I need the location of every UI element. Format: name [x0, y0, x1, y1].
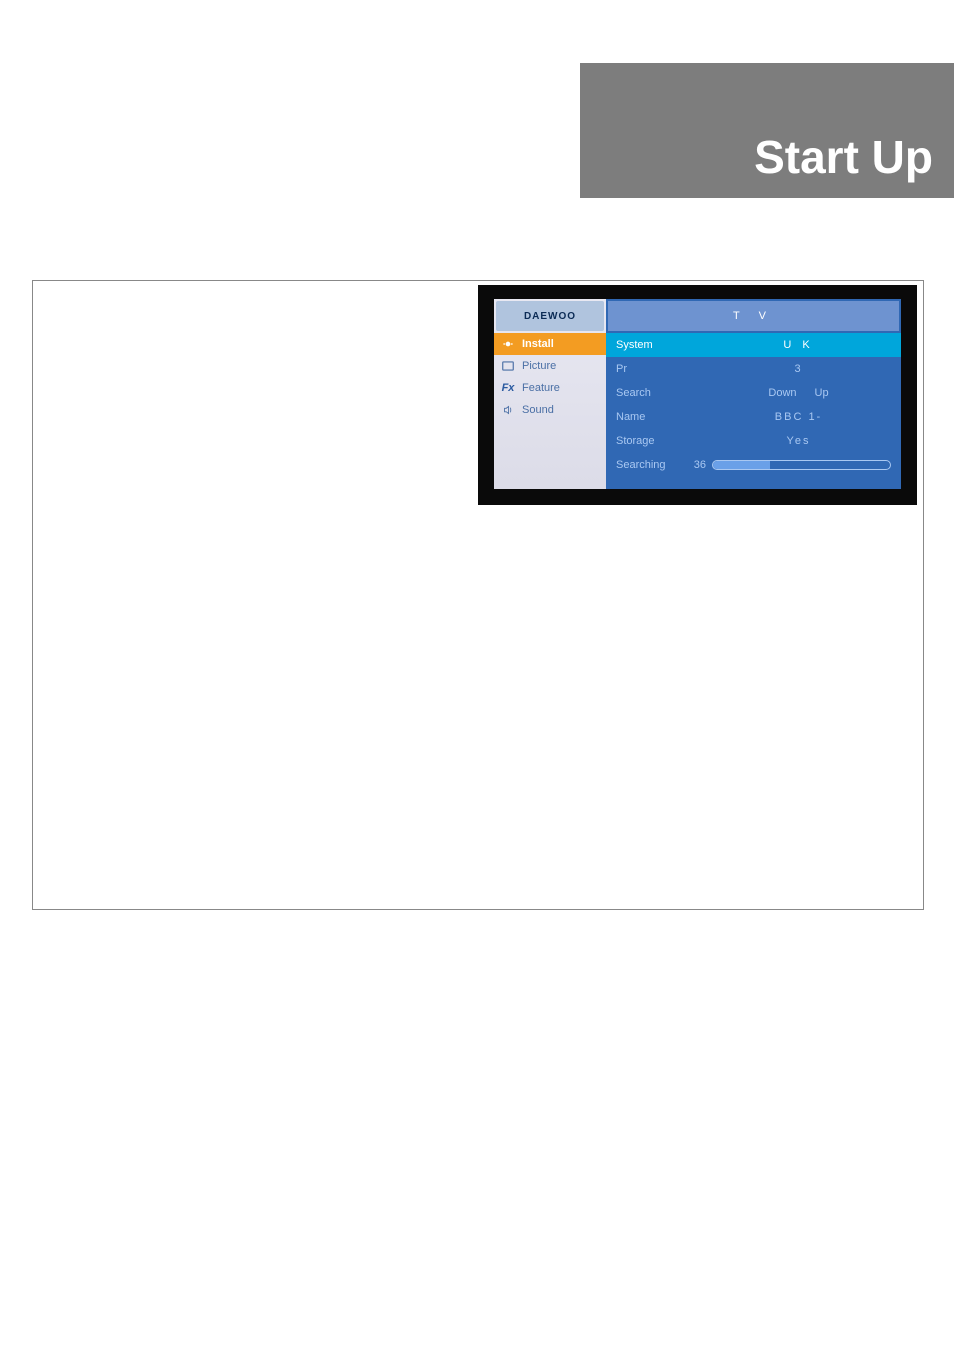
sidebar-item-feature[interactable]: Fx Feature	[494, 377, 606, 399]
tv-screenshot: DAEWOO Install Picture Fx Feature	[478, 285, 917, 505]
row-storage-label: Storage	[616, 435, 706, 447]
osd-detail-panel: T V System U K Pr 3 Search Down Up	[606, 299, 901, 489]
search-up[interactable]: Up	[815, 387, 829, 399]
sidebar-item-sound[interactable]: Sound	[494, 399, 606, 421]
search-progress-bar	[712, 460, 891, 470]
sidebar-item-label: Picture	[522, 360, 600, 372]
header-banner: Start Up	[580, 63, 954, 198]
row-searching-label: Searching	[616, 459, 688, 471]
row-search-values: Down Up	[706, 387, 891, 399]
picture-icon	[500, 359, 516, 373]
sidebar-item-label: Feature	[522, 382, 600, 394]
row-system-value: U K	[706, 339, 891, 351]
row-system[interactable]: System U K	[606, 333, 901, 357]
search-progress-fill	[713, 461, 770, 469]
row-name[interactable]: Name BBC 1-	[606, 405, 901, 429]
sidebar-item-install[interactable]: Install	[494, 333, 606, 355]
row-storage-value: Yes	[706, 435, 891, 447]
search-down[interactable]: Down	[768, 387, 796, 399]
row-search-label: Search	[616, 387, 706, 399]
sound-icon	[500, 403, 516, 417]
row-search[interactable]: Search Down Up	[606, 381, 901, 405]
osd-panel-title: T V	[608, 301, 899, 331]
row-searching: Searching 36	[606, 453, 901, 477]
row-pr-value: 3	[706, 363, 891, 375]
sidebar-item-label: Sound	[522, 404, 600, 416]
osd-menu: DAEWOO Install Picture Fx Feature	[494, 299, 901, 489]
osd-panel-title-text: T V	[733, 310, 774, 322]
row-pr[interactable]: Pr 3	[606, 357, 901, 381]
row-name-value: BBC 1-	[706, 411, 891, 423]
install-icon	[500, 337, 516, 351]
sidebar-item-picture[interactable]: Picture	[494, 355, 606, 377]
feature-icon: Fx	[500, 381, 516, 395]
row-pr-label: Pr	[616, 363, 706, 375]
row-system-label: System	[616, 339, 706, 351]
content-frame: DAEWOO Install Picture Fx Feature	[32, 280, 924, 910]
brand-text: DAEWOO	[524, 311, 576, 322]
row-storage[interactable]: Storage Yes	[606, 429, 901, 453]
row-name-label: Name	[616, 411, 706, 423]
row-searching-value: 36	[688, 459, 712, 471]
page-title: Start Up	[754, 130, 933, 184]
osd-sidebar: DAEWOO Install Picture Fx Feature	[494, 299, 606, 489]
sidebar-item-label: Install	[522, 338, 600, 350]
brand-badge: DAEWOO	[496, 301, 604, 331]
